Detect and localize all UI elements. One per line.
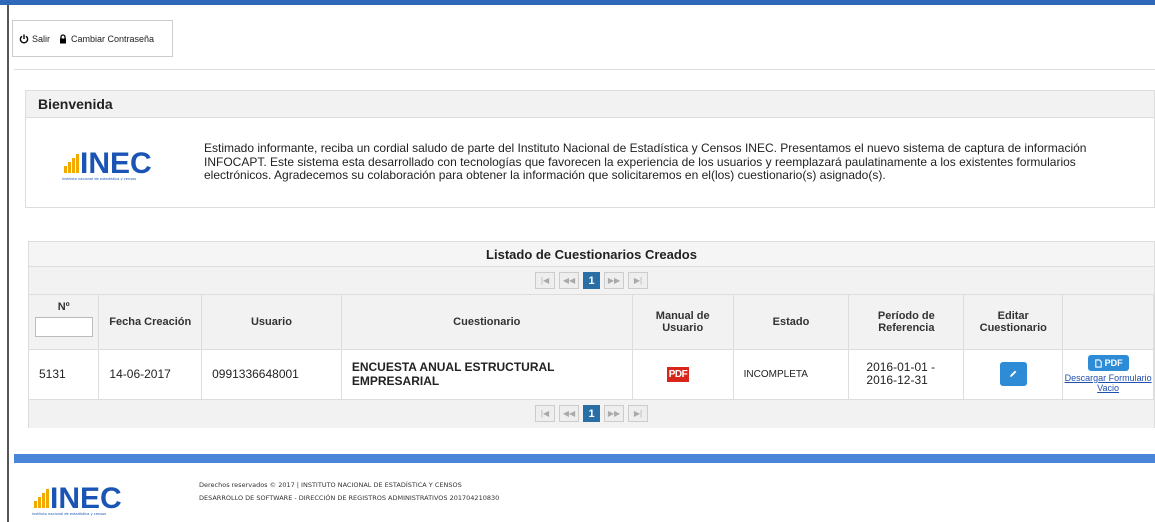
row-status: INCOMPLETA bbox=[733, 349, 850, 400]
change-password-button[interactable]: Cambiar Contraseña bbox=[58, 34, 154, 44]
file-pdf-icon bbox=[1094, 358, 1102, 368]
welcome-title: Bienvenida bbox=[26, 91, 1154, 118]
inec-logo: INEC instituto nacional de estadística y… bbox=[62, 147, 152, 181]
manual-pdf-icon[interactable]: PDF bbox=[666, 367, 690, 382]
col-num-label: Nº bbox=[57, 301, 70, 313]
first-page-button-bottom[interactable]: |◀ bbox=[535, 405, 555, 422]
row-period: 2016-01-01 - 2016-12-31 bbox=[848, 349, 965, 400]
col-period-header[interactable]: Período de Referencia bbox=[848, 295, 965, 350]
edit-button[interactable] bbox=[999, 362, 1027, 386]
logout-label: Salir bbox=[32, 33, 51, 44]
footer-dev: DESARROLLO DE SOFTWARE - DIRECCIÓN DE RE… bbox=[199, 494, 500, 502]
next-page-button[interactable]: ▶▶ bbox=[604, 272, 624, 289]
power-icon bbox=[19, 34, 29, 43]
num-filter-input[interactable] bbox=[34, 317, 93, 337]
questionnaire-table: Nº Fecha Creación Usuario Cuestionario M… bbox=[29, 295, 1154, 400]
col-manual-header: Manual de Usuario bbox=[632, 295, 734, 350]
footer-logo-subtitle: instituto nacional de estadística y cens… bbox=[32, 512, 106, 516]
table-header-row: Nº Fecha Creación Usuario Cuestionario M… bbox=[29, 295, 1154, 350]
pencil-icon bbox=[1010, 370, 1017, 377]
download-empty-form-link[interactable]: Descargar Formulario Vacio bbox=[1063, 373, 1153, 393]
footer-logo-text: INEC bbox=[50, 482, 122, 515]
first-page-button[interactable]: |◀ bbox=[535, 272, 555, 289]
logout-button[interactable]: Salir bbox=[19, 34, 50, 44]
next-page-button-bottom[interactable]: ▶▶ bbox=[604, 405, 624, 422]
welcome-panel: Bienvenida INEC instituto nacional de es… bbox=[25, 90, 1155, 208]
pdf-button[interactable]: PDF bbox=[1087, 355, 1129, 371]
col-questionnaire-header[interactable]: Cuestionario bbox=[341, 295, 633, 350]
col-edit-header: Editar Cuestionario bbox=[963, 295, 1064, 350]
page-1-button-bottom[interactable]: 1 bbox=[583, 405, 600, 422]
row-edit bbox=[963, 349, 1064, 400]
questionnaire-list: Listado de Cuestionarios Creados |◀ ◀◀ 1… bbox=[28, 241, 1155, 428]
last-page-button-bottom[interactable]: ▶| bbox=[628, 405, 648, 422]
prev-page-button-bottom[interactable]: ◀◀ bbox=[559, 405, 579, 422]
pdf-label: PDF bbox=[1104, 358, 1123, 368]
col-user-header[interactable]: Usuario bbox=[201, 295, 342, 350]
row-actions: PDF Descargar Formulario Vacio bbox=[1062, 349, 1154, 400]
col-status-header[interactable]: Estado bbox=[733, 295, 850, 350]
pager-bottom: |◀ ◀◀ 1 ▶▶ ▶| bbox=[29, 399, 1154, 428]
page-1-button[interactable]: 1 bbox=[583, 272, 600, 289]
table-row: 5131 14-06-2017 0991336648001 ENCUESTA A… bbox=[29, 349, 1154, 400]
divider bbox=[14, 69, 1155, 70]
list-title: Listado de Cuestionarios Creados bbox=[29, 242, 1154, 267]
page: Salir Cambiar Contraseña Bienvenida INEC… bbox=[0, 0, 1155, 522]
row-questionnaire: ENCUESTA ANUAL ESTRUCTURAL EMPRESARIAL bbox=[341, 349, 633, 400]
welcome-body: INEC instituto nacional de estadística y… bbox=[26, 118, 1154, 208]
footer-bar bbox=[14, 454, 1155, 463]
row-num: 5131 bbox=[29, 349, 100, 400]
left-border bbox=[7, 5, 9, 522]
logo-subtitle: instituto nacional de estadística y cens… bbox=[62, 177, 136, 181]
logo-text: INEC bbox=[80, 147, 152, 180]
footer-inec-logo: INEC instituto nacional de estadística y… bbox=[32, 482, 122, 516]
footer-text: Derechos reservados © 2017 | INSTITUTO N… bbox=[199, 479, 499, 505]
pager-top: |◀ ◀◀ 1 ▶▶ ▶| bbox=[29, 267, 1154, 295]
lock-icon bbox=[60, 33, 67, 43]
change-password-label: Cambiar Contraseña bbox=[71, 33, 155, 44]
last-page-button[interactable]: ▶| bbox=[628, 272, 648, 289]
col-created-header[interactable]: Fecha Creación bbox=[98, 295, 203, 350]
user-toolbar: Salir Cambiar Contraseña bbox=[12, 20, 173, 57]
row-user: 0991336648001 bbox=[201, 349, 342, 400]
row-created: 14-06-2017 bbox=[98, 349, 203, 400]
col-actions-header bbox=[1062, 295, 1154, 350]
period-end: 2016-12-31 bbox=[866, 373, 928, 387]
welcome-message: Estimado informante, reciba un cordial s… bbox=[204, 141, 1087, 182]
col-num-header: Nº bbox=[29, 295, 100, 350]
row-manual: PDF bbox=[632, 349, 734, 400]
prev-page-button[interactable]: ◀◀ bbox=[559, 272, 579, 289]
top-accent-bar bbox=[0, 0, 1155, 5]
footer-rights: Derechos reservados © 2017 | INSTITUTO N… bbox=[199, 481, 462, 489]
